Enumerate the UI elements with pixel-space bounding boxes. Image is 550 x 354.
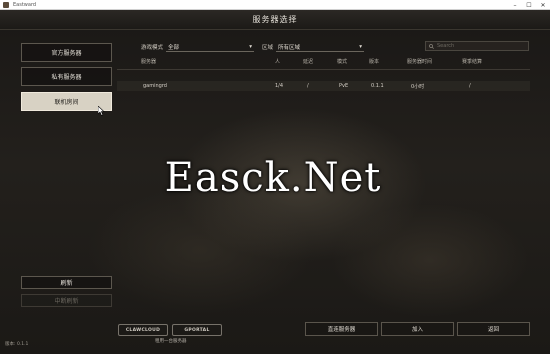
sidebar-item-official[interactable]: 官方服务器: [21, 43, 112, 62]
column-header-season[interactable]: 赛季结算: [462, 58, 482, 65]
filter-bar: 游戏模式 全部 ▾ 区域 所有区域 ▾: [141, 42, 365, 52]
cell-season: /: [469, 83, 471, 89]
table-header: 服务器 人 延迟 模式 版本 服务器时间 赛季结算: [117, 58, 530, 67]
mode-filter-label: 游戏模式: [141, 45, 164, 51]
region-filter-label: 区域: [262, 45, 274, 51]
sidebar-item-label: 私有服务器: [51, 74, 82, 81]
cell-name: gamingrd: [143, 83, 167, 89]
column-header-version[interactable]: 版本: [369, 58, 379, 65]
back-label: 返回: [487, 327, 499, 333]
search-input[interactable]: [437, 43, 527, 49]
back-button[interactable]: 返回: [457, 322, 530, 336]
app-icon: [3, 1, 9, 8]
stop-refresh-button: 中断刷新: [21, 294, 112, 307]
rent-server-caption[interactable]: 租用一台服务器: [155, 338, 187, 344]
watermark: Easck.Net: [164, 155, 382, 201]
maximize-icon[interactable]: ☐: [522, 0, 536, 10]
clawcloud-logo[interactable]: CLAWCLOUD: [118, 324, 168, 336]
cell-time: 0小时: [411, 84, 425, 90]
region-select[interactable]: 所有区域 ▾: [276, 43, 365, 52]
page-title: 服务器选择: [252, 15, 298, 24]
column-header-ping[interactable]: 延迟: [303, 58, 313, 65]
chevron-down-icon: ▾: [249, 43, 253, 50]
refresh-button[interactable]: 刷新: [21, 276, 112, 289]
mouse-cursor-icon: [98, 106, 105, 116]
gportal-logo[interactable]: GPORTAL: [172, 324, 222, 336]
clawcloud-logo-text: CLAWCLOUD: [125, 327, 161, 333]
join-label: 加入: [411, 327, 423, 333]
sidebar-item-private[interactable]: 私有服务器: [21, 67, 112, 86]
join-button[interactable]: 加入: [381, 322, 454, 336]
cell-players: 1/4: [275, 83, 284, 89]
sidebar-item-label: 联机房间: [54, 99, 79, 106]
stop-refresh-label: 中断刷新: [54, 298, 79, 305]
cell-ping: /: [307, 83, 309, 89]
sidebar-item-label: 官方服务器: [51, 50, 82, 57]
column-header-server[interactable]: 服务器: [141, 58, 156, 65]
table-row[interactable]: gamingrd 1/4 / PvE 0.1.1 0小时 /: [117, 81, 530, 91]
window-titlebar: Eastward – ☐ ✕: [0, 0, 550, 10]
close-icon[interactable]: ✕: [536, 0, 550, 10]
search-icon: [429, 43, 434, 49]
direct-connect-label: 直连服务器: [327, 327, 356, 333]
mode-select-value: 全部: [168, 44, 180, 51]
refresh-label: 刷新: [60, 280, 73, 287]
search-field[interactable]: [425, 41, 529, 51]
region-select-value: 所有区域: [278, 44, 301, 51]
game-screen: 服务器选择 官方服务器 私有服务器 联机房间 游戏模式 全部 ▾ 区域 所有区域…: [0, 10, 550, 354]
direct-connect-button[interactable]: 直连服务器: [305, 322, 378, 336]
header-divider: [117, 69, 530, 70]
column-header-mode[interactable]: 模式: [337, 58, 347, 65]
minimize-icon[interactable]: –: [508, 0, 522, 10]
column-header-server-time[interactable]: 服务器时间: [407, 58, 432, 65]
window-title: Eastward: [13, 1, 37, 8]
column-header-players[interactable]: 人: [275, 58, 280, 65]
gportal-logo-text: GPORTAL: [184, 327, 210, 333]
mode-select[interactable]: 全部 ▾: [166, 43, 255, 52]
chevron-down-icon: ▾: [359, 43, 363, 50]
cell-mode: PvE: [339, 83, 349, 89]
header-bar: 服务器选择: [0, 10, 550, 30]
version-label: 版本: 0.1.1: [5, 342, 29, 347]
cell-version: 0.1.1: [371, 83, 384, 89]
